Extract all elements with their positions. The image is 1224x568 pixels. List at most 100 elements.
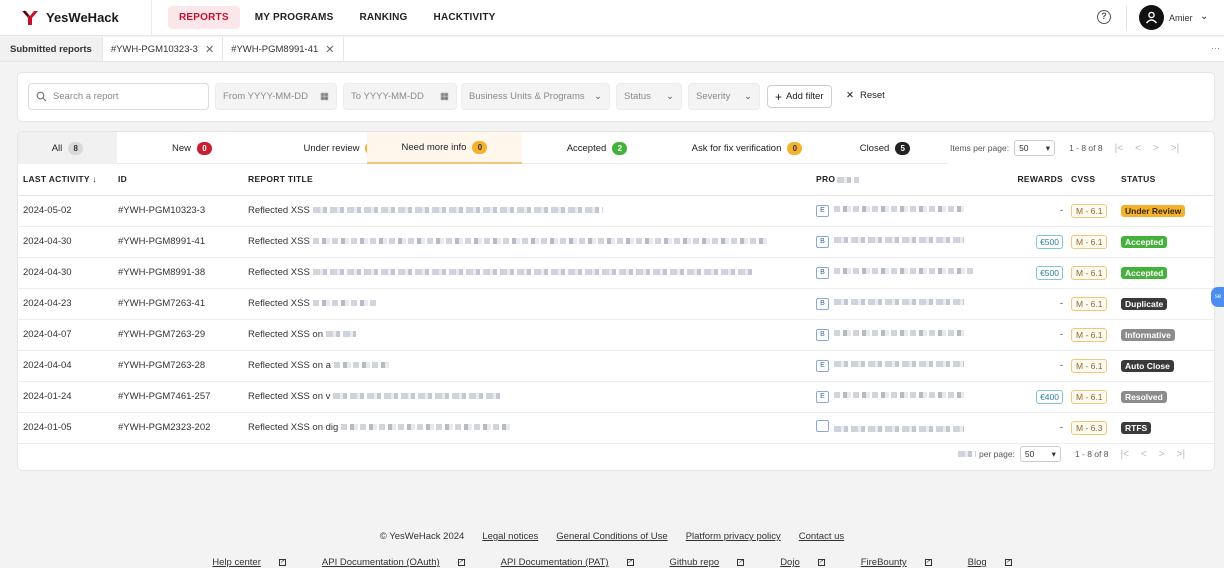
chevron-down-icon: ⌄	[594, 91, 602, 102]
prev-page-icon[interactable]: <	[1141, 449, 1147, 460]
tab-1[interactable]: #YWH-PGM10323-3 ✕	[103, 37, 224, 61]
cell-id[interactable]: #YWH-PGM7263-41	[118, 288, 248, 320]
footer-link[interactable]: Platform privacy policy	[686, 531, 781, 542]
status-select[interactable]: Status ⌄	[616, 83, 682, 110]
cell-reward: -	[1004, 412, 1071, 444]
close-icon[interactable]: ✕	[205, 43, 214, 56]
cell-title[interactable]: Reflected XSS on a	[248, 350, 816, 382]
items-per-page-select[interactable]: 50 ▾	[1019, 446, 1061, 462]
avatar[interactable]	[1139, 5, 1164, 30]
chevron-down-icon[interactable]: ⌄	[1200, 11, 1208, 22]
cell-id[interactable]: #YWH-PGM7263-29	[118, 319, 248, 351]
cell-id[interactable]: #YWH-PGM7461-257	[118, 381, 248, 413]
severity-select[interactable]: Severity ⌄	[688, 83, 760, 110]
status-tab-need-more-info[interactable]: Need more info 0	[367, 132, 522, 164]
footer-link[interactable]: Github repo	[670, 557, 720, 568]
tab-2[interactable]: #YWH-PGM8991-41 ✕	[223, 37, 344, 61]
table-row[interactable]: 2024-04-30 #YWH-PGM8991-38 Reflected XSS B €…	[18, 257, 1214, 289]
cell-id[interactable]: #YWH-PGM8991-41	[118, 226, 248, 258]
footer-link[interactable]: Contact us	[799, 531, 844, 542]
redacted-text	[834, 268, 974, 275]
cell-title[interactable]: Reflected XSS on	[248, 319, 816, 351]
prev-page-icon[interactable]: <	[1135, 143, 1141, 154]
table-row[interactable]: 2024-04-07 #YWH-PGM7263-29 Reflected XSS o…	[18, 319, 1214, 351]
status-tab-ask-for-fix-verification[interactable]: Ask for fix verification 0	[672, 132, 822, 164]
status-tab-closed[interactable]: Closed 5	[822, 132, 948, 164]
cell-status: Resolved	[1121, 381, 1214, 413]
status-tab-new[interactable]: New 0	[117, 132, 267, 164]
reward-value: -	[1059, 360, 1063, 371]
reward-value: -	[1059, 298, 1063, 309]
table-row[interactable]: 2024-04-04 #YWH-PGM7263-28 Reflected XSS o…	[18, 350, 1214, 382]
cell-title[interactable]: Reflected XSS	[248, 257, 816, 289]
pager-bottom: per page: 50 ▾ 1 - 8 of 8 |< < > >|	[958, 446, 1185, 462]
count-badge: 0	[472, 140, 488, 154]
from-date-field[interactable]: From YYYY-MM-DD ▦	[215, 83, 337, 110]
main-nav: REPORTS MY PROGRAMS RANKING HACKTIVITY	[168, 6, 511, 29]
business-units-select[interactable]: Business Units & Programs ⌄	[461, 83, 610, 110]
col-last-activity[interactable]: LAST ACTIVITY ↓	[18, 164, 118, 196]
cell-title[interactable]: Reflected XSS	[248, 288, 816, 320]
nav-ranking[interactable]: RANKING	[348, 6, 418, 29]
footer-link[interactable]: FireBounty	[861, 557, 907, 568]
footer-link[interactable]: API Documentation (OAuth)	[322, 557, 440, 568]
footer-link[interactable]: Dojo	[780, 557, 800, 568]
cell-id[interactable]: #YWH-PGM10323-3	[118, 195, 248, 227]
table-row[interactable]: 2024-04-23 #YWH-PGM7263-41 Reflected XSS B -…	[18, 288, 1214, 320]
reset-button[interactable]: ✕ Reset	[846, 90, 885, 101]
more-icon[interactable]: ⋯	[1211, 43, 1220, 54]
status-tab-accepted[interactable]: Accepted 2	[522, 132, 672, 164]
next-page-icon[interactable]: >	[1153, 143, 1159, 154]
footer-link-wrap: API Documentation (PAT) ↗	[492, 557, 643, 568]
last-page-icon[interactable]: >|	[1171, 143, 1179, 154]
nav-my-programs[interactable]: MY PROGRAMS	[244, 6, 345, 29]
footer-link[interactable]: General Conditions of Use	[556, 531, 667, 542]
cell-status: Accepted	[1121, 226, 1214, 258]
redacted-text	[312, 300, 378, 307]
table-row[interactable]: 2024-01-05 #YWH-PGM2323-202 Reflected XSS …	[18, 412, 1214, 444]
search-input[interactable]: Search a report	[28, 83, 209, 110]
footer-link[interactable]: API Documentation (PAT)	[501, 557, 609, 568]
redacted-text	[312, 238, 768, 245]
first-page-icon[interactable]: |<	[1120, 449, 1128, 460]
last-page-icon[interactable]: >|	[1177, 449, 1185, 460]
status-tab-all[interactable]: All 8	[18, 132, 117, 164]
report-title: Reflected XSS on v	[248, 391, 331, 402]
cell-title[interactable]: Reflected XSS on dig	[248, 412, 816, 444]
cell-title[interactable]: Reflected XSS on v	[248, 381, 816, 413]
cell-status: Auto Close	[1121, 350, 1214, 382]
close-icon[interactable]: ✕	[325, 43, 334, 56]
help-icon[interactable]: ?	[1097, 10, 1111, 24]
cell-cvss: M - 6.1	[1071, 381, 1121, 413]
side-widget[interactable]: se	[1211, 287, 1224, 307]
external-link-icon: ↗	[737, 558, 745, 566]
table-header-row: LAST ACTIVITY ↓ ID REPORT TITLE PRO REWA…	[18, 164, 1214, 196]
cell-cvss: M - 6.3	[1071, 412, 1121, 444]
first-page-icon[interactable]: |<	[1115, 143, 1123, 154]
cell-date: 2024-04-30	[18, 257, 118, 289]
brand-logo[interactable]: YesWeHack	[20, 0, 152, 36]
table-row[interactable]: 2024-01-24 #YWH-PGM7461-257 Reflected XSS …	[18, 381, 1214, 413]
user-name[interactable]: Amier	[1169, 13, 1193, 23]
tab-0[interactable]: Submitted reports	[0, 37, 103, 61]
to-date-field[interactable]: To YYYY-MM-DD ▦	[343, 83, 457, 110]
cell-title[interactable]: Reflected XSS	[248, 226, 816, 258]
status-tab-label: Accepted	[566, 142, 607, 154]
next-page-icon[interactable]: >	[1159, 449, 1165, 460]
cvss-badge: M - 6.1	[1071, 358, 1108, 373]
table-row[interactable]: 2024-04-30 #YWH-PGM8991-41 Reflected XSS B €…	[18, 226, 1214, 258]
footer-link[interactable]: Legal notices	[482, 531, 538, 542]
cell-id[interactable]: #YWH-PGM2323-202	[118, 412, 248, 444]
cell-id[interactable]: #YWH-PGM7263-28	[118, 350, 248, 382]
nav-reports[interactable]: REPORTS	[168, 6, 240, 29]
table-row[interactable]: 2024-05-02 #YWH-PGM10323-3 Reflected XSS E -…	[18, 195, 1214, 227]
items-per-page-select[interactable]: 50 ▾	[1014, 140, 1056, 156]
nav-hacktivity[interactable]: HACKTIVITY	[423, 6, 507, 29]
cell-title[interactable]: Reflected XSS	[248, 195, 816, 227]
reset-label: Reset	[859, 90, 885, 101]
cell-id[interactable]: #YWH-PGM8991-38	[118, 257, 248, 289]
add-filter-button[interactable]: + Add filter	[767, 85, 832, 108]
footer-link[interactable]: Help center	[212, 557, 261, 568]
footer-link[interactable]: Blog	[968, 557, 987, 568]
cvss-badge: M - 6.1	[1071, 327, 1108, 342]
